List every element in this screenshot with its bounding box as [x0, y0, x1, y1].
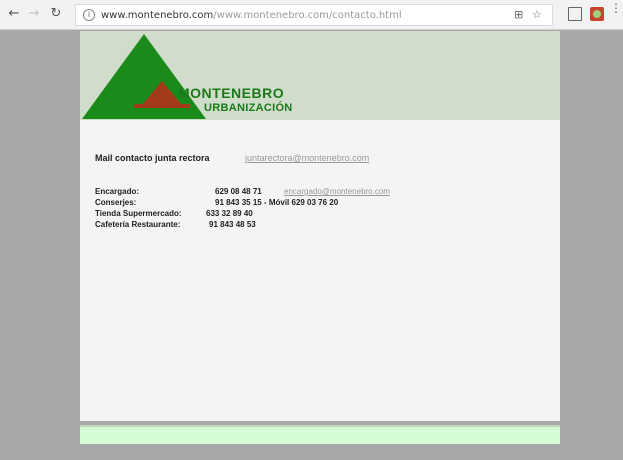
address-bar[interactable]: i www.montenebro.com/www.montenebro.com/…	[75, 4, 553, 26]
back-button[interactable]: ←	[6, 6, 22, 22]
reload-button[interactable]: ↻	[48, 6, 64, 22]
page-body: MONTENEBRO URBANIZACIÓN Mail contacto ju…	[80, 31, 560, 421]
url-path: /www.montenebro.com/contacto.html	[213, 10, 402, 21]
url-text[interactable]: www.montenebro.com/www.montenebro.com/co…	[101, 9, 402, 22]
translate-icon[interactable]: ⊞	[514, 8, 523, 22]
url-host: www.montenebro.com	[101, 10, 214, 21]
contact-value: 629 08 48 71	[215, 187, 262, 196]
star-icon[interactable]: ☆	[532, 8, 542, 22]
mail-link[interactable]: juntarectora@montenebro.com	[245, 153, 369, 163]
contact-value: 633 32 89 40	[206, 209, 253, 218]
contact-label: Conserjes:	[95, 198, 137, 207]
contact-label: Cafetería Restaurante:	[95, 220, 181, 229]
site-header: MONTENEBRO URBANIZACIÓN	[80, 31, 560, 120]
contact-email-link[interactable]: encargado@montenebro.com	[284, 186, 390, 197]
info-icon[interactable]: i	[83, 9, 95, 21]
contact-value: 91 843 35 15 - Móvil 629 03 76 20	[215, 198, 339, 207]
viewport: MONTENEBRO URBANIZACIÓN Mail contacto ju…	[8, 31, 623, 460]
brand-title: MONTENEBRO	[178, 85, 285, 101]
browser-toolbar: ← → ↻ i www.montenebro.com/www.montenebr…	[0, 0, 623, 30]
contact-label: Encargado:	[95, 187, 140, 196]
mail-label: Mail contacto junta rectora	[95, 153, 210, 163]
tree-ground-line	[134, 104, 190, 108]
cast-icon[interactable]	[568, 7, 582, 21]
menu-icon[interactable]: ⋮	[610, 2, 622, 14]
forward-button[interactable]: →	[26, 6, 42, 22]
extension-icon[interactable]	[590, 7, 604, 21]
site-footer	[80, 425, 560, 444]
contact-label: Tienda Supermercado:	[95, 209, 182, 218]
contact-value: 91 843 48 53	[209, 220, 256, 229]
brand-subtitle: URBANIZACIÓN	[204, 102, 293, 114]
